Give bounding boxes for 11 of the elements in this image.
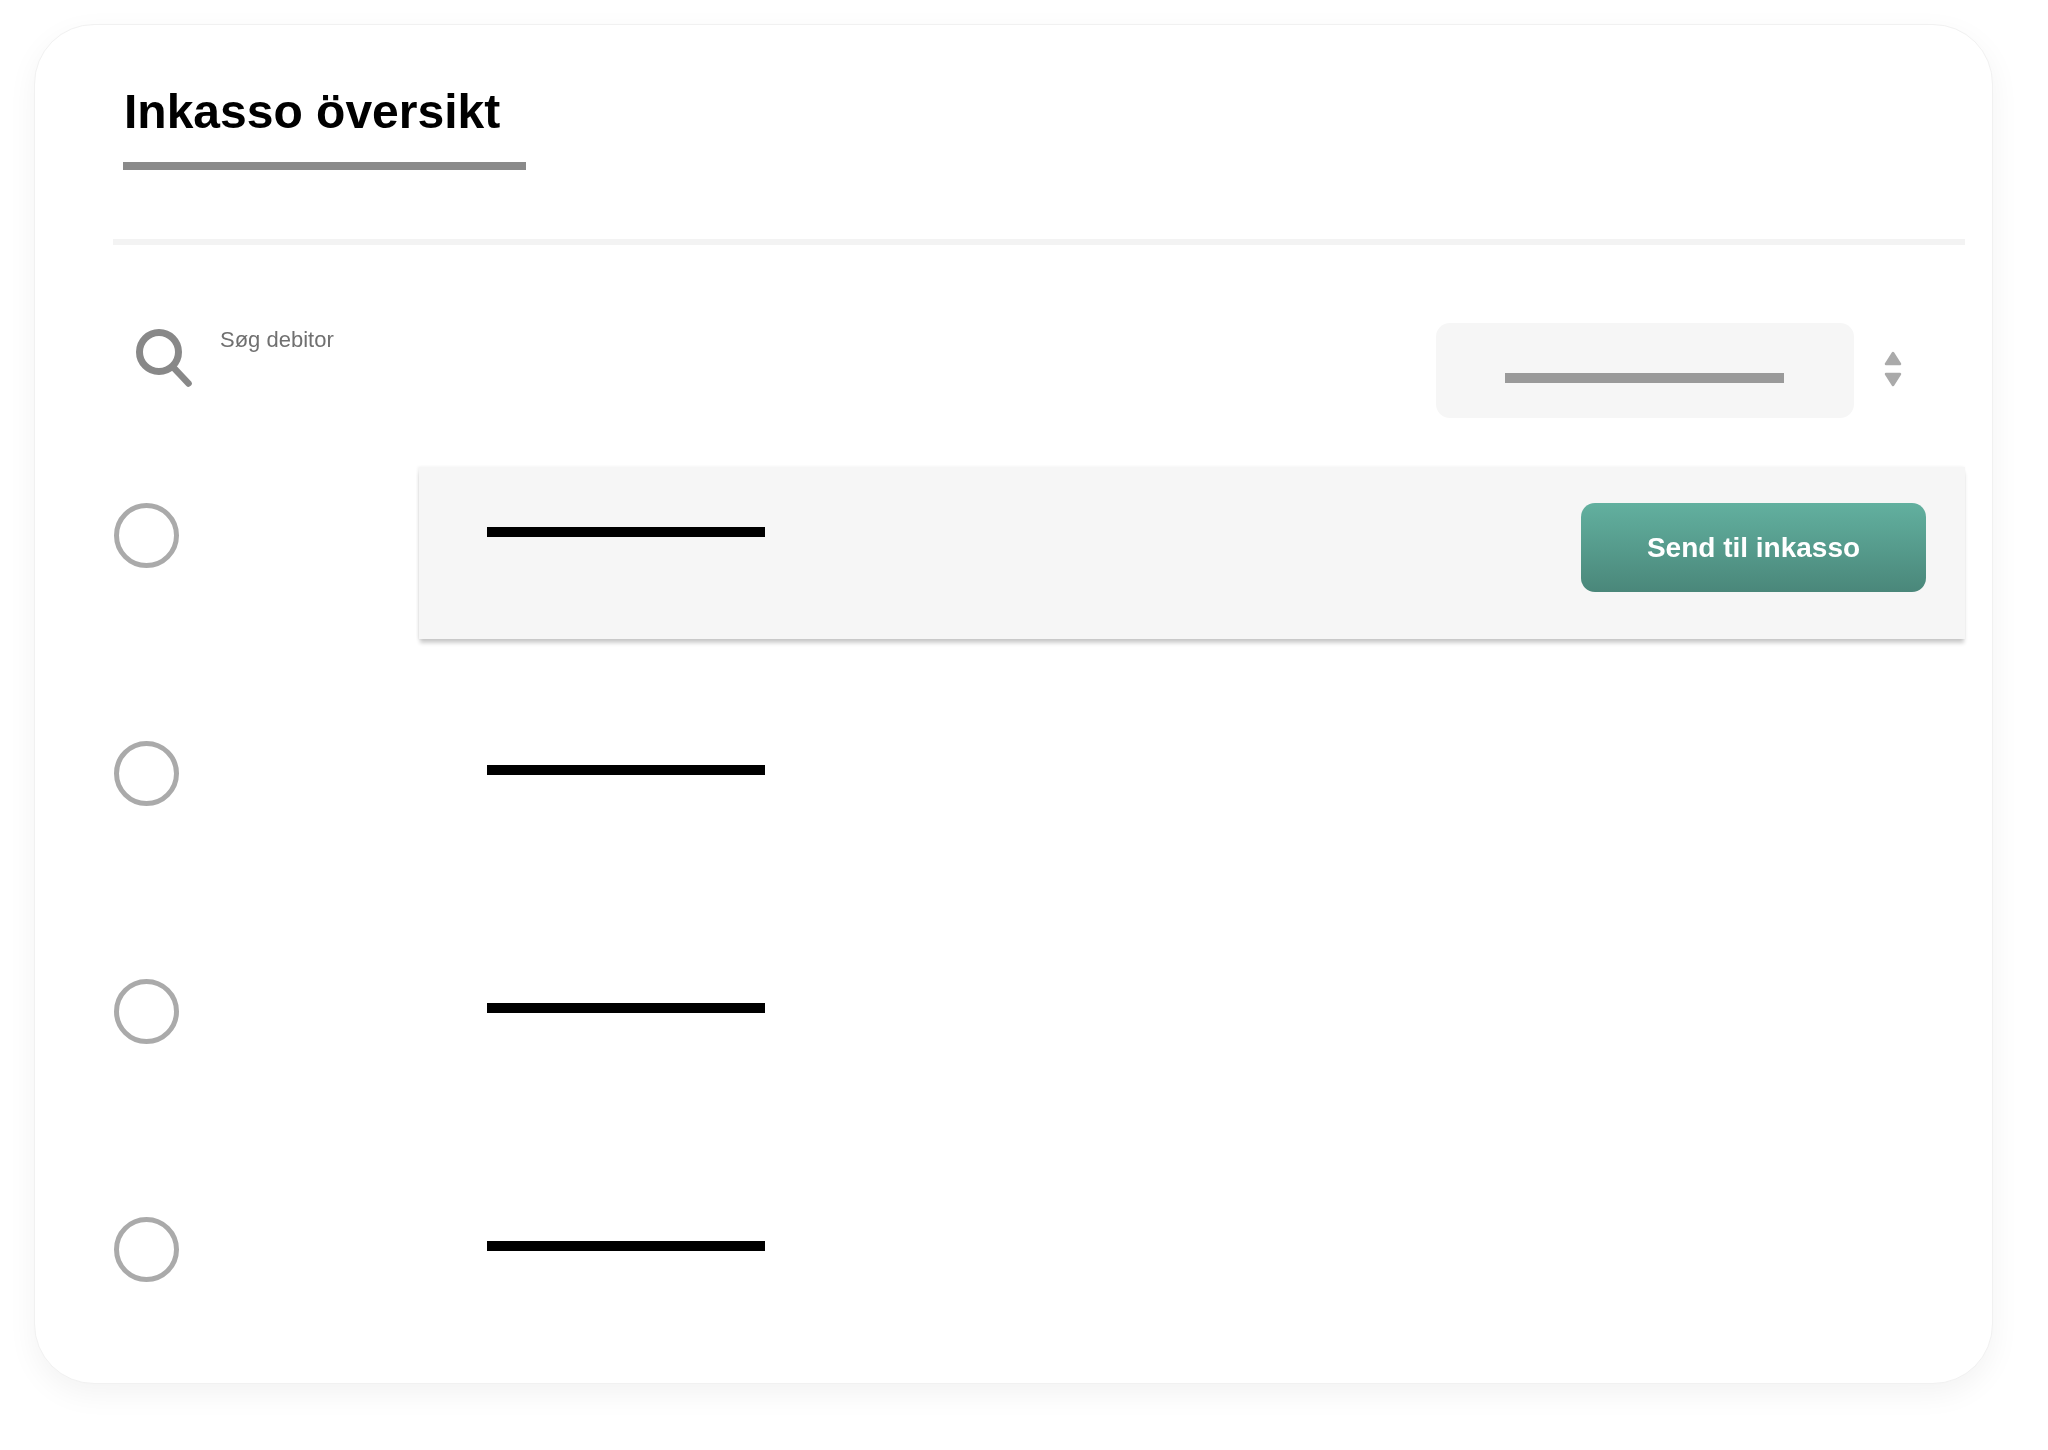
radio-button[interactable]: [114, 1217, 179, 1282]
search-field[interactable]: Søg debitor: [220, 326, 820, 354]
list-row[interactable]: Send til inkasso: [419, 467, 1965, 639]
page-title: Inkasso översikt: [124, 84, 501, 139]
send-button[interactable]: Send til inkasso: [1581, 503, 1926, 592]
sort-arrows-icon[interactable]: [1884, 351, 1902, 387]
sort-dropdown[interactable]: [1436, 323, 1854, 418]
radio-button[interactable]: [114, 741, 179, 806]
search-icon: [135, 328, 193, 388]
radio-button[interactable]: [114, 979, 179, 1044]
radio-button[interactable]: [114, 503, 179, 568]
